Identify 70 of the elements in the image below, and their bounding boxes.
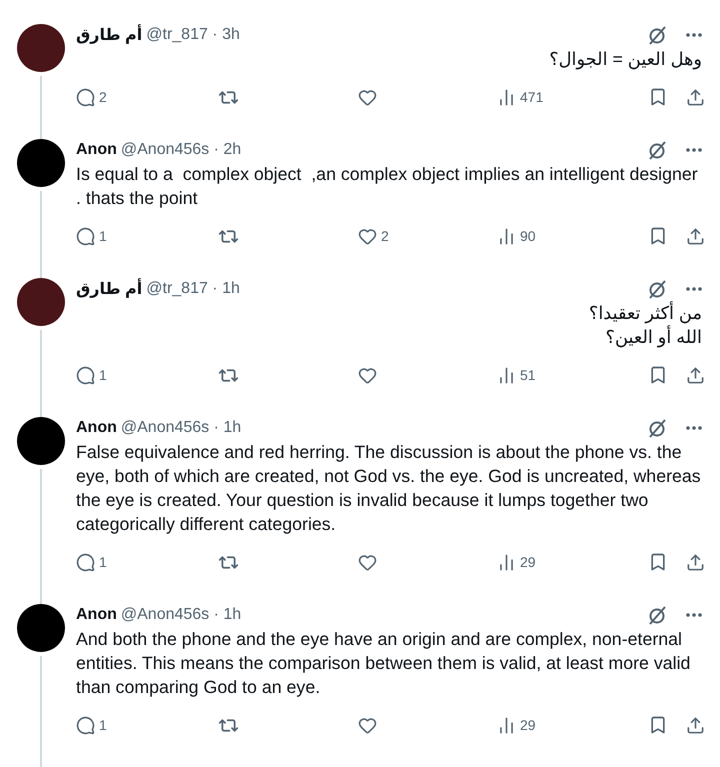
share-icon — [686, 716, 705, 734]
avatar[interactable] — [17, 417, 65, 465]
bar-chart-icon — [497, 366, 516, 384]
like-button[interactable]: 2 — [358, 226, 389, 246]
ellipsis-icon — [686, 287, 702, 291]
views-button[interactable]: 471 — [497, 88, 544, 106]
speech-bubble-icon — [76, 552, 95, 572]
handle-and-time: @tr_817 · 3h — [146, 26, 241, 44]
author-name[interactable]: Anon — [76, 141, 117, 159]
tweet-text: Is equal to a complex object ,an complex object implies an intelligent designer . thats the point — [76, 163, 699, 210]
avatar[interactable] — [17, 278, 65, 326]
share-icon — [686, 88, 705, 106]
avatar[interactable] — [17, 139, 65, 187]
reply-button[interactable]: 1 — [76, 226, 107, 246]
bar-chart-icon — [497, 716, 516, 734]
more-button[interactable] — [686, 148, 702, 152]
tweet-text: وهل العين = الجوال؟ — [548, 48, 702, 71]
more-button[interactable] — [686, 613, 702, 617]
like-button[interactable] — [358, 366, 377, 384]
reply-button[interactable]: 2 — [76, 88, 107, 106]
ellipsis-icon — [686, 33, 702, 37]
reply-button[interactable]: 1 — [76, 366, 107, 384]
share-button[interactable] — [686, 552, 705, 572]
share-icon — [686, 226, 705, 246]
ellipsis-icon — [686, 426, 702, 430]
avatar[interactable] — [17, 24, 65, 72]
tweet-text: False equivalence and red herring. The discussion is about the phone vs. the eye, both of which are created, not God vs. the eye. God is uncreated, whereas the eye is created. Your question is invalid because it lumps together two categorically different categories. — [76, 441, 702, 536]
share-button[interactable] — [686, 226, 705, 246]
author-name[interactable]: أم طارق — [76, 25, 142, 45]
tweet-text: من أكثر تعقيدا؟ الله أو العين؟ — [588, 301, 702, 349]
author-name[interactable]: Anon — [76, 606, 117, 624]
like-button[interactable] — [358, 716, 377, 734]
heart-icon — [358, 88, 377, 106]
speech-bubble-icon — [76, 366, 95, 384]
speech-bubble-icon — [76, 226, 95, 246]
speech-bubble-icon — [76, 716, 95, 734]
share-icon — [686, 552, 705, 572]
views-button[interactable]: 29 — [497, 552, 536, 572]
author-name[interactable]: Anon — [76, 419, 117, 437]
heart-icon — [358, 716, 377, 734]
share-icon — [686, 366, 705, 384]
heart-icon — [358, 552, 377, 572]
reply-button[interactable]: 1 — [76, 716, 107, 734]
handle-and-time: @Anon456s · 1h — [120, 419, 242, 437]
handle-and-time: @tr_817 · 1h — [146, 280, 241, 298]
views-button[interactable]: 51 — [497, 366, 536, 384]
heart-icon — [358, 226, 377, 246]
like-button[interactable] — [358, 552, 377, 572]
reply-button[interactable]: 1 — [76, 552, 107, 572]
share-button[interactable] — [686, 716, 705, 734]
speech-bubble-icon — [76, 88, 95, 106]
bar-chart-icon — [497, 552, 516, 572]
bar-chart-icon — [497, 88, 516, 106]
views-button[interactable]: 29 — [497, 716, 536, 734]
ellipsis-icon — [686, 613, 702, 617]
share-button[interactable] — [686, 88, 705, 106]
more-button[interactable] — [686, 426, 702, 430]
avatar[interactable] — [17, 604, 65, 652]
ellipsis-icon — [686, 148, 702, 152]
like-button[interactable] — [358, 88, 377, 106]
handle-and-time: @Anon456s · 2h — [120, 141, 242, 159]
handle-and-time: @Anon456s · 1h — [120, 606, 242, 624]
tweet-text: And both the phone and the eye have an origin and are complex, non-eternal entities. This means the comparison between them is valid, at least more valid than comparing God to an eye. — [76, 628, 692, 699]
more-button[interactable] — [686, 33, 702, 37]
views-button[interactable]: 90 — [497, 226, 536, 246]
more-button[interactable] — [686, 287, 702, 291]
bar-chart-icon — [497, 226, 516, 246]
heart-icon — [358, 366, 377, 384]
author-name[interactable]: أم طارق — [76, 279, 142, 299]
share-button[interactable] — [686, 366, 705, 384]
